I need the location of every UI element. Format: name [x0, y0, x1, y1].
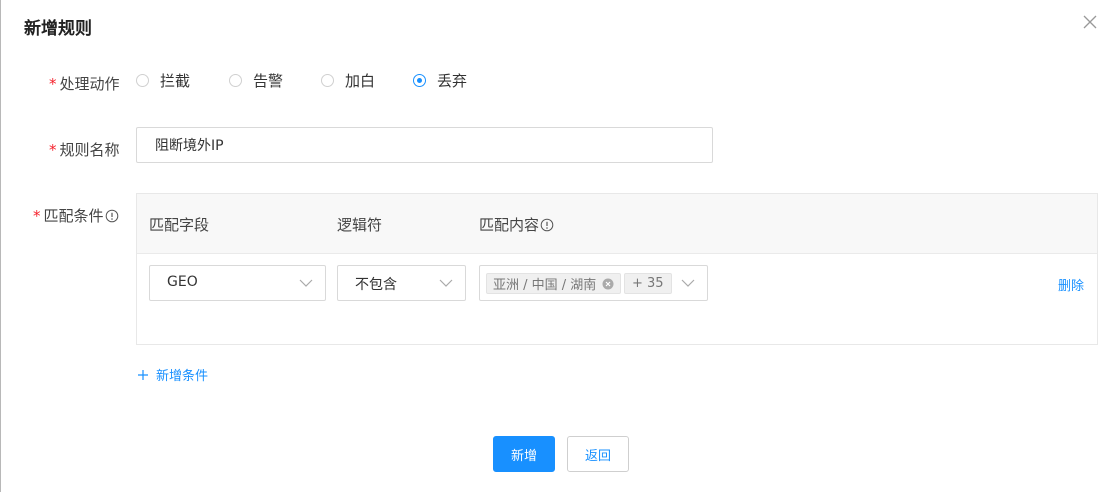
tag-close-icon[interactable] — [602, 278, 614, 290]
chevron-down-icon — [439, 279, 453, 287]
field-select-value: GEO — [167, 274, 198, 290]
field-select[interactable]: GEO — [149, 265, 326, 301]
operator-select-value: 不包含 — [355, 277, 397, 293]
radio-drop[interactable]: 丢弃 — [413, 70, 467, 90]
content-multiselect[interactable]: 亚洲 / 中国 / 湖南 + 35 — [479, 265, 708, 301]
more-tags-count: + 35 — [624, 273, 672, 294]
radio-block[interactable]: 拦截 — [136, 70, 190, 90]
radio-label: 丢弃 — [437, 71, 468, 90]
conditions-label: * 匹配条件 — [33, 205, 119, 226]
radio-circle[interactable] — [229, 73, 242, 87]
required-mark: * — [49, 141, 57, 159]
window-edge — [0, 0, 1, 492]
plus-icon — [138, 369, 148, 380]
info-icon — [105, 209, 118, 223]
radio-label: 加白 — [345, 71, 376, 90]
add-condition-label: 新增条件 — [156, 369, 209, 384]
required-mark: * — [49, 75, 57, 93]
close-icon[interactable] — [1081, 13, 1099, 31]
chevron-down-icon — [681, 279, 695, 287]
radio-whitelist[interactable]: 加白 — [321, 70, 375, 90]
header-content: 匹配内容 — [479, 214, 554, 235]
radio-circle[interactable] — [136, 73, 149, 87]
back-button[interactable]: 返回 — [567, 436, 629, 472]
header-operator: 逻辑符 — [337, 216, 383, 234]
radio-label: 拦截 — [160, 71, 191, 90]
rule-name-label: * 规则名称 — [49, 141, 120, 159]
header-field: 匹配字段 — [149, 216, 210, 234]
conditions-table: 匹配字段 逻辑符 匹配内容 GEO 不包含 亚洲 / 中国 / 湖南 + 35 … — [136, 193, 1098, 345]
conditions-header: 匹配字段 逻辑符 匹配内容 — [137, 194, 1097, 254]
action-label: * 处理动作 — [49, 75, 120, 93]
radio-alert[interactable]: 告警 — [229, 70, 283, 90]
selected-tag: 亚洲 / 中国 / 湖南 — [486, 273, 622, 294]
info-icon — [540, 218, 554, 232]
submit-button[interactable]: 新增 — [493, 436, 555, 472]
radio-circle[interactable] — [413, 73, 426, 87]
radio-circle[interactable] — [321, 73, 334, 87]
radio-label: 告警 — [253, 71, 284, 90]
dialog-title: 新增规则 — [24, 19, 92, 39]
required-mark: * — [33, 207, 41, 225]
chevron-down-icon — [299, 279, 313, 287]
rule-name-input[interactable] — [136, 127, 713, 163]
operator-select[interactable]: 不包含 — [337, 265, 466, 301]
delete-condition-link[interactable]: 删除 — [1058, 275, 1084, 294]
add-condition-button[interactable]: 新增条件 — [137, 365, 208, 384]
